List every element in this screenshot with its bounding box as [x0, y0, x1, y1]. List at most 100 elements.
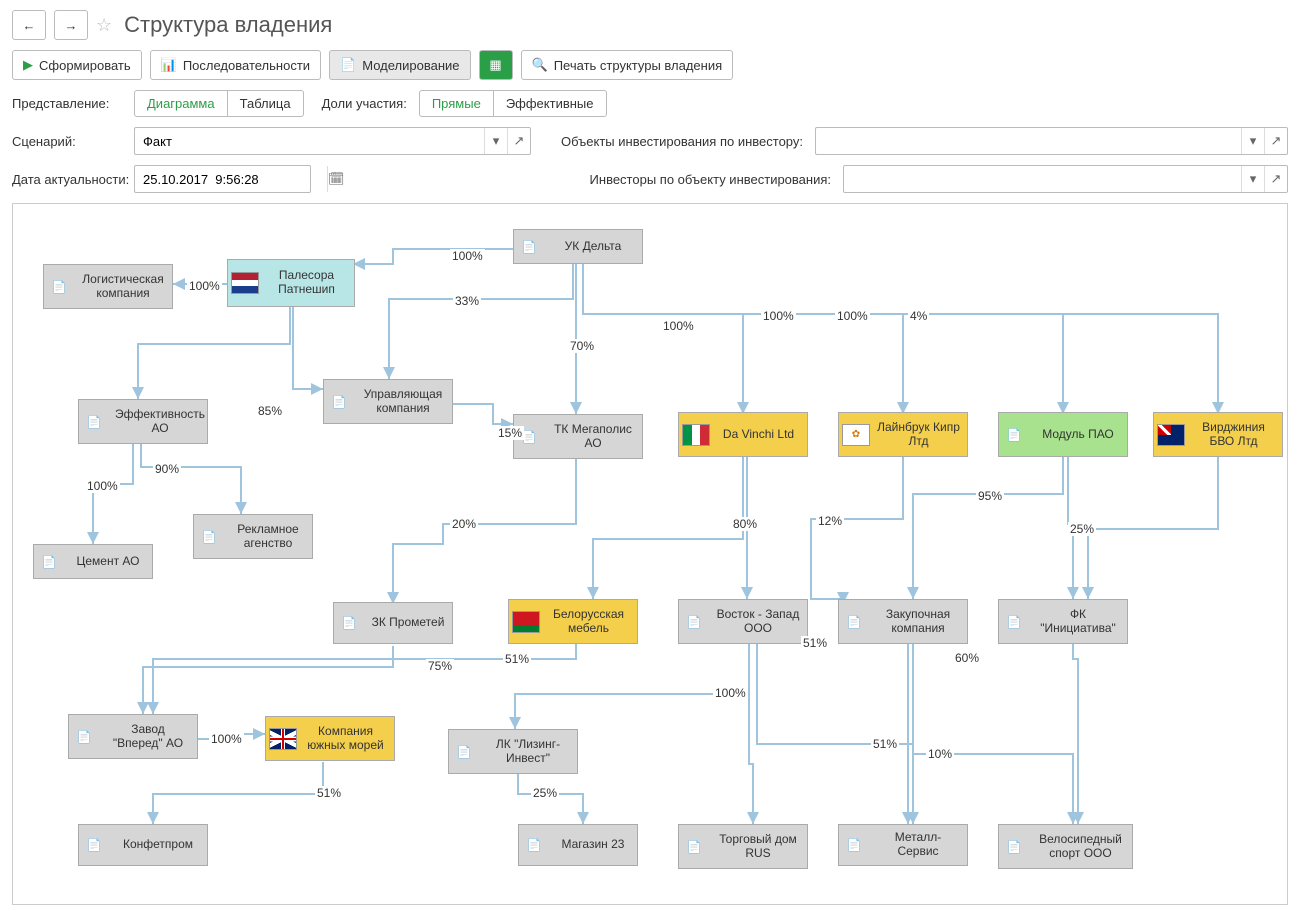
sequences-button[interactable]: 📊 Последовательности — [150, 50, 321, 80]
date-input[interactable] — [135, 167, 327, 191]
node-fk-init[interactable]: 📄ФК "Инициатива" — [998, 599, 1128, 644]
pct: 95% — [976, 489, 1004, 503]
doc-icon: 📄 — [514, 240, 544, 254]
node-cement[interactable]: 📄Цемент АО — [33, 544, 153, 579]
shares-direct[interactable]: Прямые — [420, 91, 493, 116]
pct: 25% — [1068, 522, 1096, 536]
node-lizing[interactable]: 📄ЛК "Лизинг-Инвест" — [448, 729, 578, 774]
calendar-icon[interactable]: 🗓 — [327, 166, 345, 192]
doc-icon: 📄 — [194, 530, 224, 544]
pct: 100% — [187, 279, 222, 293]
view-segmented: Диаграмма Таблица — [134, 90, 304, 117]
doc-icon: 📄 — [519, 838, 549, 852]
pct: 12% — [816, 514, 844, 528]
node-torg-rus[interactable]: 📄Торговый дом RUS — [678, 824, 808, 869]
pct: 70% — [568, 339, 596, 353]
print-icon: 🔍 — [532, 57, 548, 73]
popup-icon[interactable]: ↗ — [1264, 166, 1287, 192]
node-effekt[interactable]: 📄Эффективность АО — [78, 399, 208, 444]
node-logist[interactable]: 📄Логистическая компания — [43, 264, 173, 309]
pct: 15% — [496, 426, 524, 440]
view-diagram[interactable]: Диаграмма — [135, 91, 227, 116]
nav-back-button[interactable]: ← — [12, 10, 46, 40]
flag-vg-icon — [1157, 424, 1185, 446]
chart-icon: 📊 — [161, 57, 177, 73]
node-belarus[interactable]: Белорусская мебель — [508, 599, 638, 644]
chevron-down-icon[interactable]: ▾ — [484, 128, 507, 154]
flag-cy-icon: ✿ — [842, 424, 870, 446]
pct: 51% — [871, 737, 899, 751]
pct: 51% — [801, 636, 829, 650]
flag-it-icon — [682, 424, 710, 446]
node-uk-seas[interactable]: Компания южных морей — [265, 716, 395, 761]
pct: 90% — [153, 462, 181, 476]
pct: 75% — [426, 659, 454, 673]
date-field[interactable]: 🗓 — [134, 165, 311, 193]
popup-icon[interactable]: ↗ — [507, 128, 530, 154]
node-zakup[interactable]: 📄Закупочная компания — [838, 599, 968, 644]
pct: 100% — [450, 249, 485, 263]
favorite-icon[interactable]: ☆ — [96, 15, 112, 36]
scenario-input[interactable] — [135, 129, 484, 153]
diagram-canvas[interactable]: 📄Логистическая компания Палесора Патнеши… — [12, 203, 1288, 905]
modeling-button[interactable]: 📄 Моделирование — [329, 50, 470, 80]
pct: 100% — [661, 319, 696, 333]
node-modul[interactable]: 📄Модуль ПАО — [998, 412, 1128, 457]
play-icon: ▶ — [23, 57, 33, 73]
page-title: Структура владения — [124, 12, 332, 38]
node-lainbruk[interactable]: ✿Лайнбрук Кипр Лтд — [838, 412, 968, 457]
node-uk-delta[interactable]: 📄УК Дельта — [513, 229, 643, 264]
doc-icon: 📄 — [79, 415, 109, 429]
pct: 60% — [953, 651, 981, 665]
pct: 25% — [531, 786, 559, 800]
chevron-down-icon[interactable]: ▾ — [1241, 166, 1264, 192]
node-vostok[interactable]: 📄Восток - Запад ООО — [678, 599, 808, 644]
doc-icon: 📄 — [34, 555, 64, 569]
pct: 80% — [731, 517, 759, 531]
shares-label: Доли участия: — [322, 96, 411, 111]
pct: 100% — [761, 309, 796, 323]
node-metall[interactable]: 📄Металл-Сервис — [838, 824, 968, 866]
flag-by-icon — [512, 611, 540, 633]
green-square-button[interactable]: ▦ — [479, 50, 513, 80]
node-uprav[interactable]: 📄Управляющая компания — [323, 379, 453, 424]
node-magazin[interactable]: 📄Магазин 23 — [518, 824, 638, 866]
doc-icon: 📄 — [44, 280, 74, 294]
investors-input[interactable] — [844, 167, 1241, 191]
scenario-field[interactable]: ▾ ↗ — [134, 127, 531, 155]
node-prometey[interactable]: 📄ЗК Прометей — [333, 602, 453, 644]
popup-icon[interactable]: ↗ — [1264, 128, 1287, 154]
pct: 33% — [453, 294, 481, 308]
chevron-down-icon[interactable]: ▾ — [1241, 128, 1264, 154]
pct: 51% — [503, 652, 531, 666]
scenario-label: Сценарий: — [12, 134, 126, 149]
doc-icon: 📄 — [839, 838, 869, 852]
node-virgin[interactable]: Вирджиния БВО Лтд — [1153, 412, 1283, 457]
node-zavod[interactable]: 📄Завод "Вперед" АО — [68, 714, 198, 759]
doc-icon: 📄 — [839, 615, 869, 629]
shares-effective[interactable]: Эффективные — [493, 91, 606, 116]
print-button[interactable]: 🔍 Печать структуры владения — [521, 50, 734, 80]
doc-icon: 📄 — [679, 840, 709, 854]
view-table[interactable]: Таблица — [227, 91, 303, 116]
investors-label: Инвесторы по объекту инвестирования: — [561, 172, 835, 187]
doc-icon: 📄 — [79, 838, 109, 852]
node-tk-mega[interactable]: 📄ТК Мегаполис АО — [513, 414, 643, 459]
generate-button[interactable]: ▶ Сформировать — [12, 50, 142, 80]
node-velo[interactable]: 📄Велосипедный спорт ООО — [998, 824, 1133, 869]
node-palesora[interactable]: Палесора Патнешип — [227, 259, 355, 307]
doc-icon: 📄 — [69, 730, 99, 744]
node-reklam[interactable]: 📄Рекламное агенство — [193, 514, 313, 559]
objects-input[interactable] — [816, 129, 1241, 153]
node-konfet[interactable]: 📄Конфетпром — [78, 824, 208, 866]
doc-icon: 📄 — [679, 615, 709, 629]
objects-field[interactable]: ▾ ↗ — [815, 127, 1288, 155]
nav-forward-button[interactable]: → — [54, 10, 88, 40]
investors-field[interactable]: ▾ ↗ — [843, 165, 1288, 193]
pct: 100% — [209, 732, 244, 746]
doc-icon: 📄 — [999, 615, 1029, 629]
pct: 4% — [908, 309, 929, 323]
node-davinci[interactable]: Da Vinchi Ltd — [678, 412, 808, 457]
pct: 51% — [315, 786, 343, 800]
pct: 100% — [713, 686, 748, 700]
